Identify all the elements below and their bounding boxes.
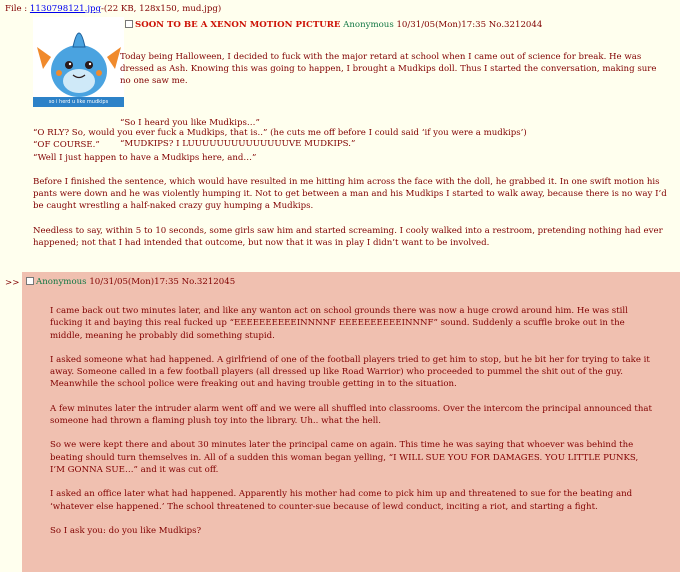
reply-arrow: >> [5,278,20,288]
file-link[interactable]: 1130798121.jpg [30,4,101,14]
file-label: File : [5,4,28,14]
op-paragraph: “O RLY? So, would you ever fuck a Mudkip… [33,128,527,138]
reply-date: 10/31/05(Mon)17:35 [89,277,179,287]
reply-paragraph: I came back out two minutes later, and l… [50,306,628,341]
file-meta: -(22 KB, 128x150, mud.jpg) [101,4,222,14]
reply-post-number[interactable]: No.3212045 [182,277,236,287]
op-poster-name: Anonymous [343,20,394,30]
post-thumbnail[interactable]: so i herd u like mudkips [33,17,124,107]
op-paragraph: “OF COURSE.” [33,140,100,151]
reply-paragraph: I asked an office later what had happene… [50,489,633,512]
file-info: File : 1130798121.jpg-(22 KB, 128x150, m… [5,3,221,15]
reply-delete-checkbox[interactable] [26,277,34,285]
op-delete-checkbox[interactable] [125,20,133,28]
reply-post: Anonymous 10/31/05(Mon)17:35 No.3212045 … [22,272,680,572]
op-paragraph: Needless to say, within 5 to 10 seconds,… [33,225,663,249]
reply-message: I came back out two minutes later, and l… [50,305,655,537]
reply-poster-name: Anonymous [36,277,87,287]
op-post-header: SOON TO BE A XENON MOTION PICTURE Anonym… [125,19,542,31]
op-date: 10/31/05(Mon)17:35 [396,20,487,30]
op-subject: SOON TO BE A XENON MOTION PICTURE [135,20,341,30]
mudkip-image [33,17,124,107]
reply-paragraph: So we were kept there and about 30 minut… [50,440,639,475]
op-message-bottom: “O RLY? So, would you ever fuck a Mudkip… [33,127,668,249]
op-paragraph: Before I finished the sentence, which wo… [33,176,667,212]
reply-paragraph: So I ask you: do you like Mudkips? [50,525,202,536]
op-paragraph: “Well I just happen to have a Mudkips he… [33,152,257,163]
op-paragraph: Today being Halloween, I decided to fuck… [120,51,657,87]
thumbnail-caption: so i herd u like mudkips [48,99,109,105]
op-post-number[interactable]: No.3212044 [489,20,543,30]
reply-header: Anonymous 10/31/05(Mon)17:35 No.3212045 [26,276,235,288]
reply-paragraph: I asked someone what had happened. A gir… [50,354,650,390]
reply-paragraph: A few minutes later the intruder alarm w… [50,403,652,427]
